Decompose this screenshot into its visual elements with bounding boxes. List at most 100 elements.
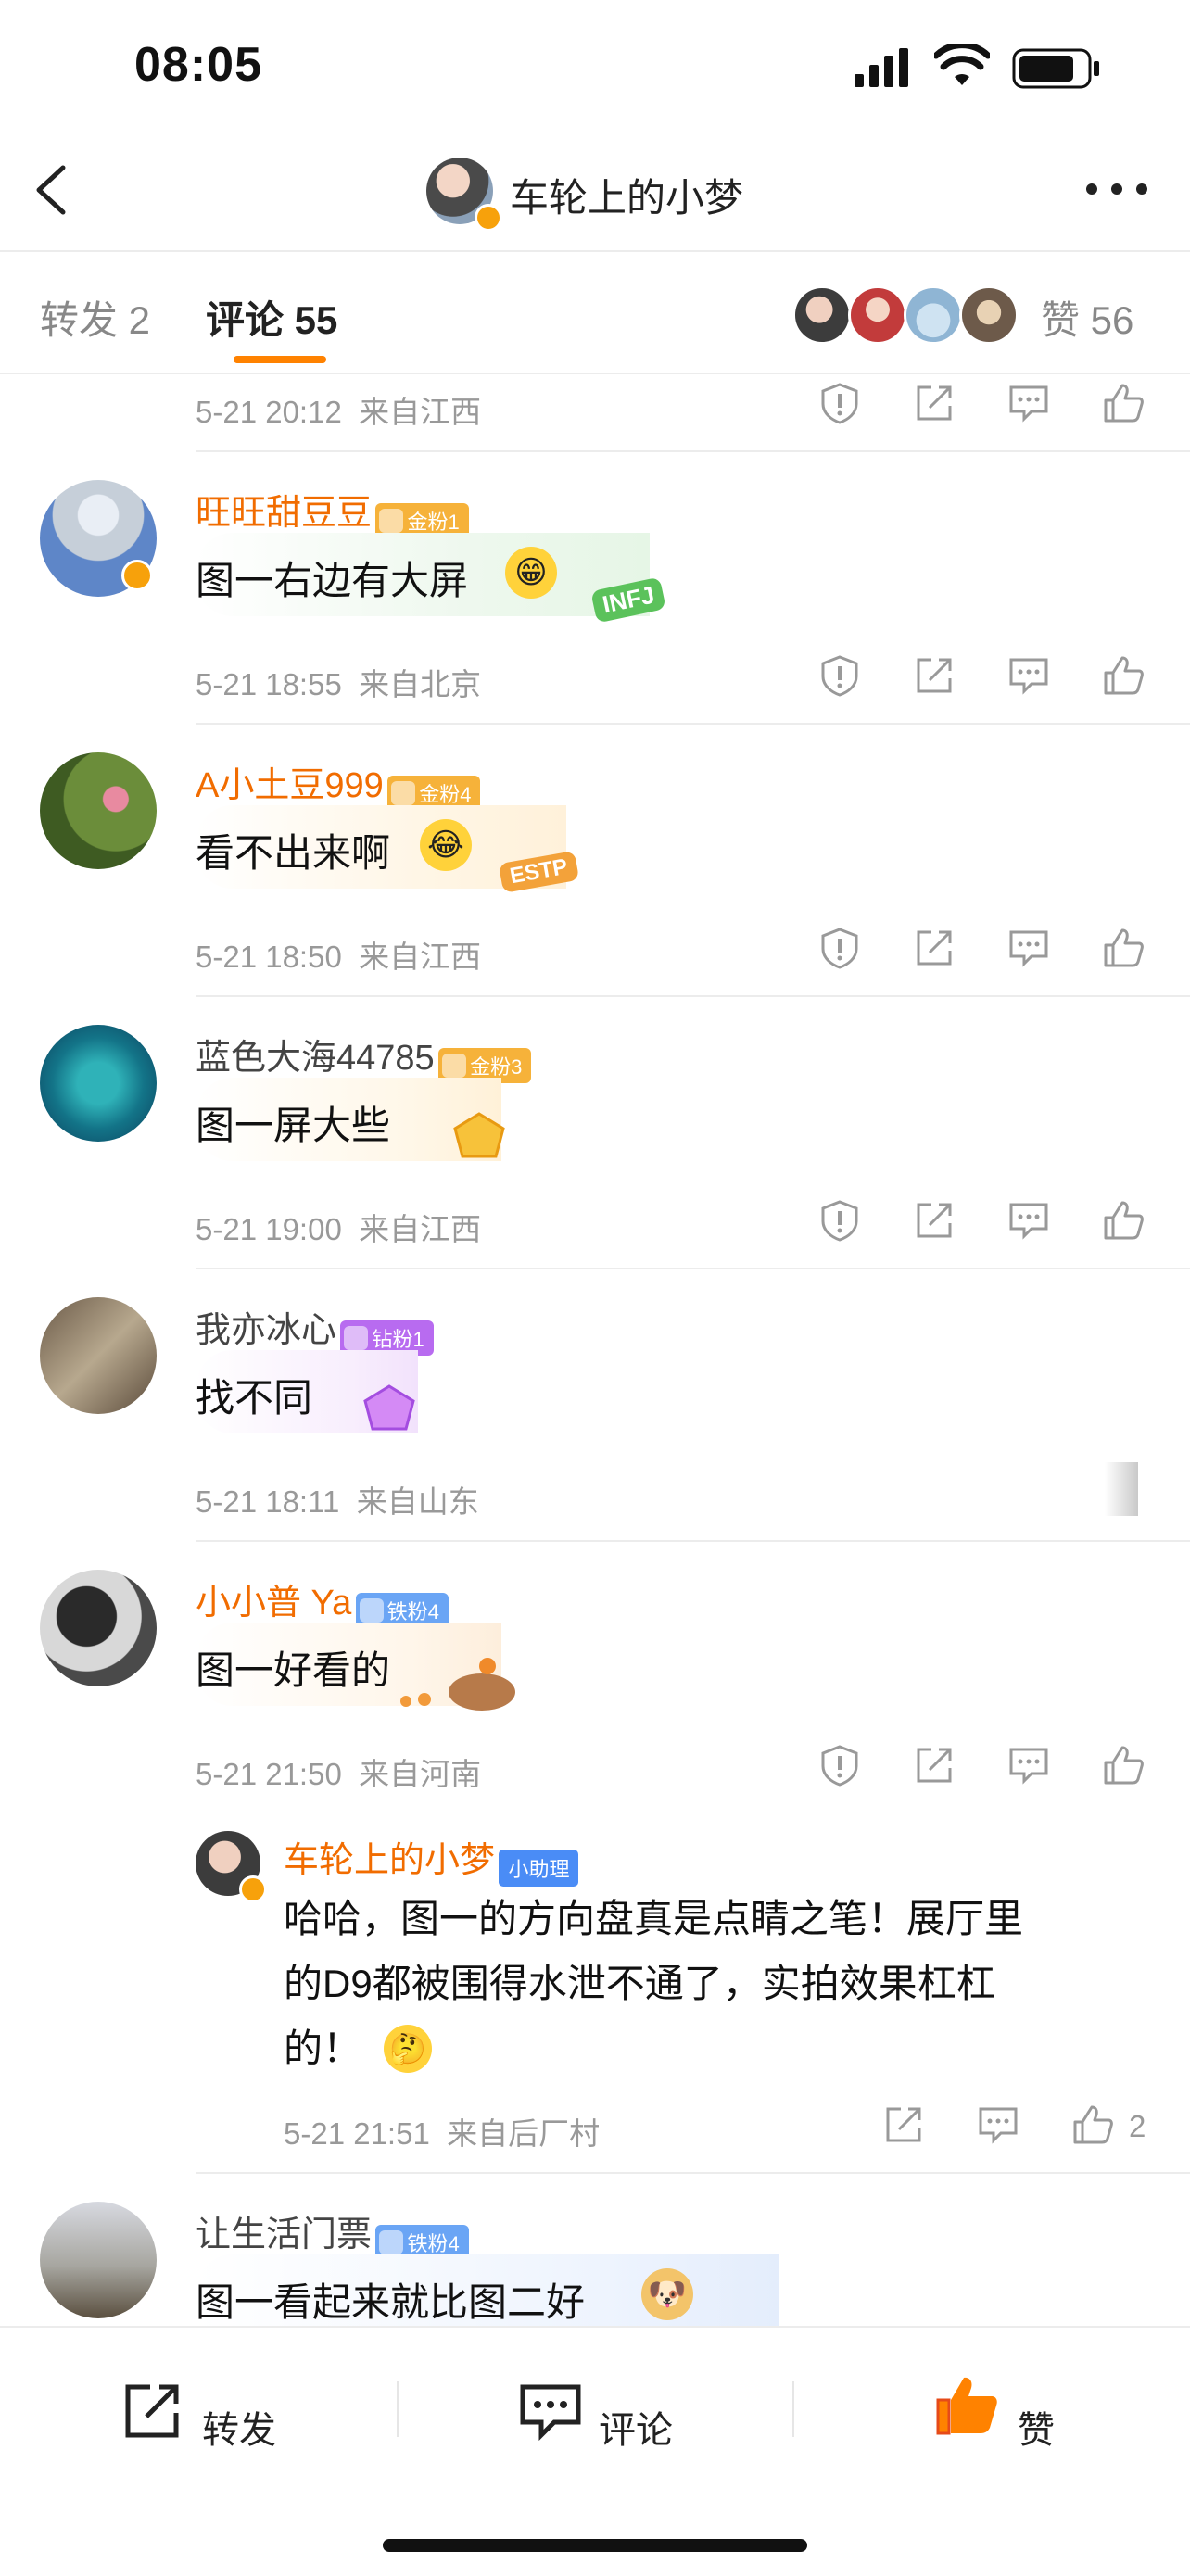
reply-header: 车轮上的小梦 小助理	[284, 1831, 579, 1887]
share-icon[interactable]	[913, 382, 956, 424]
comment-username[interactable]: 蓝色大海44785	[196, 1039, 435, 1078]
comment-divider	[196, 1540, 1190, 1542]
bar-separator	[792, 2381, 794, 2437]
reply-text: 哈哈，图一的方向盘真是点睛之笔！展厅里 的D9都被围得水泄不通了，实拍效果杠杠 …	[284, 1887, 1136, 2081]
comment-text: 图一右边有大屏	[196, 559, 469, 602]
reply-location: 来自后厂村	[447, 2116, 601, 2151]
comment-location: 来自山东	[356, 1484, 479, 1519]
comment-location: 来自北京	[359, 667, 482, 701]
comment-text: 图一屏大些	[196, 1104, 391, 1147]
user-avatar[interactable]	[40, 1025, 157, 1142]
user-avatar[interactable]	[40, 1570, 157, 1686]
capybara-sticker-icon	[400, 1658, 515, 1711]
comment-header: 我亦冰心 钻粉1	[196, 1301, 434, 1356]
action-placeholder	[1105, 1462, 1138, 1516]
share-icon[interactable]	[913, 927, 956, 969]
tabs-divider	[0, 373, 1190, 374]
reply-line-row: 的！ 🤔	[284, 2016, 1136, 2081]
tab-forward[interactable]: 转发 2	[40, 289, 150, 346]
comment-location: 来自江西	[359, 1212, 482, 1246]
comment-time: 5-21 18:11	[196, 1484, 340, 1519]
cellular-signal-icon	[855, 48, 908, 87]
comment-location: 来自江西	[359, 940, 482, 974]
user-avatar[interactable]	[40, 2202, 157, 2318]
liker-avatar[interactable]	[959, 285, 1019, 345]
comment-header: 蓝色大海44785 金粉3	[196, 1029, 532, 1083]
comment-username[interactable]: A小土豆999	[196, 766, 384, 805]
author-avatar[interactable]	[426, 158, 502, 232]
purple-gem-sticker-icon	[363, 1384, 415, 1431]
comment-location: 来自河南	[359, 1757, 482, 1791]
back-chevron-icon[interactable]	[26, 162, 82, 218]
thumbs-up-icon[interactable]	[1102, 382, 1145, 424]
tab-comments[interactable]: 评论 55	[206, 289, 337, 346]
thumbs-up-icon[interactable]	[1102, 654, 1145, 697]
comment-username[interactable]: 小小普 Ya	[196, 1584, 351, 1623]
battery-icon	[1012, 48, 1099, 89]
share-icon[interactable]	[882, 2103, 925, 2146]
user-avatar[interactable]	[40, 752, 157, 869]
thumbs-up-icon[interactable]	[1102, 1199, 1145, 1242]
liker-avatar[interactable]	[848, 285, 907, 345]
comment-icon[interactable]	[519, 2381, 584, 2441]
comment-username[interactable]: 旺旺甜豆豆	[196, 494, 372, 533]
reply-username[interactable]: 车轮上的小梦	[284, 1841, 495, 1880]
liker-avatar[interactable]	[904, 285, 963, 345]
comment-icon[interactable]	[1007, 654, 1050, 697]
report-icon[interactable]	[818, 1199, 861, 1242]
bar-separator	[397, 2381, 399, 2437]
like-button[interactable]: 赞	[1018, 2400, 1055, 2454]
comment-time: 5-21 18:55	[196, 667, 342, 701]
comment-header: 旺旺甜豆豆 金粉1	[196, 484, 469, 538]
comment-header: A小土豆999 金粉4	[196, 756, 481, 811]
verified-badge-icon	[475, 204, 502, 232]
report-icon[interactable]	[818, 654, 861, 697]
comment-meta: 5-21 18:50 来自江西	[196, 932, 481, 977]
liker-avatar[interactable]	[792, 285, 852, 345]
share-icon[interactable]	[913, 1199, 956, 1242]
more-dots-icon[interactable]	[1084, 182, 1149, 196]
report-icon[interactable]	[818, 382, 861, 424]
comment-username[interactable]: 我亦冰心	[196, 1311, 336, 1350]
thumbs-up-icon[interactable]	[1071, 2103, 1114, 2146]
comment-icon[interactable]	[1007, 1199, 1050, 1242]
comment-icon[interactable]	[1007, 927, 1050, 969]
comment-divider	[196, 450, 1190, 452]
thumbs-up-icon[interactable]	[1102, 1744, 1145, 1787]
reply-line: 的！	[284, 2027, 362, 2070]
comment-header: 小小普 Ya 铁粉4	[196, 1573, 449, 1628]
grinning-face-icon: 😁	[505, 547, 557, 599]
comment-meta: 5-21 18:11 来自山东	[196, 1477, 479, 1522]
comment-meta: 5-21 18:55 来自北京	[196, 660, 481, 704]
assistant-badge[interactable]: 小助理	[499, 1849, 579, 1887]
report-icon[interactable]	[818, 1744, 861, 1787]
forward-icon[interactable]	[122, 2381, 187, 2441]
comment-text: 图一看起来就比图二好	[196, 2280, 586, 2324]
comment-meta: 5-21 19:00 来自江西	[196, 1205, 481, 1249]
thumbs-up-icon[interactable]	[934, 2372, 1001, 2439]
comment-icon[interactable]	[1007, 382, 1050, 424]
user-avatar[interactable]	[40, 1297, 157, 1414]
comment-divider	[196, 2172, 1190, 2174]
comment-text: 图一好看的	[196, 1648, 391, 1692]
report-icon[interactable]	[818, 927, 861, 969]
comment-icon[interactable]	[1007, 1744, 1050, 1787]
page-title[interactable]: 车轮上的小梦	[510, 167, 743, 223]
share-icon[interactable]	[913, 1744, 956, 1787]
comment-icon[interactable]	[977, 2103, 1019, 2146]
forward-button[interactable]: 转发	[202, 2400, 276, 2454]
gold-gem-sticker-icon	[453, 1112, 505, 1158]
share-icon[interactable]	[913, 654, 956, 697]
comment-button[interactable]: 评论	[599, 2400, 673, 2454]
comment-text: 看不出来啊	[196, 831, 391, 875]
like-count[interactable]: 赞 56	[1041, 289, 1133, 346]
thumbs-up-icon[interactable]	[1102, 927, 1145, 969]
comment-username[interactable]: 让生活门票	[196, 2216, 372, 2254]
reply-like-count: 2	[1129, 2109, 1146, 2143]
comment-time: 5-21 18:50	[196, 940, 342, 974]
thinking-face-icon: 🤔	[384, 2025, 433, 2073]
reply-meta: 5-21 21:51 来自后厂村	[284, 2109, 600, 2153]
comment-divider	[196, 1268, 1190, 1269]
wifi-icon	[934, 44, 990, 85]
status-time: 08:05	[134, 38, 262, 92]
